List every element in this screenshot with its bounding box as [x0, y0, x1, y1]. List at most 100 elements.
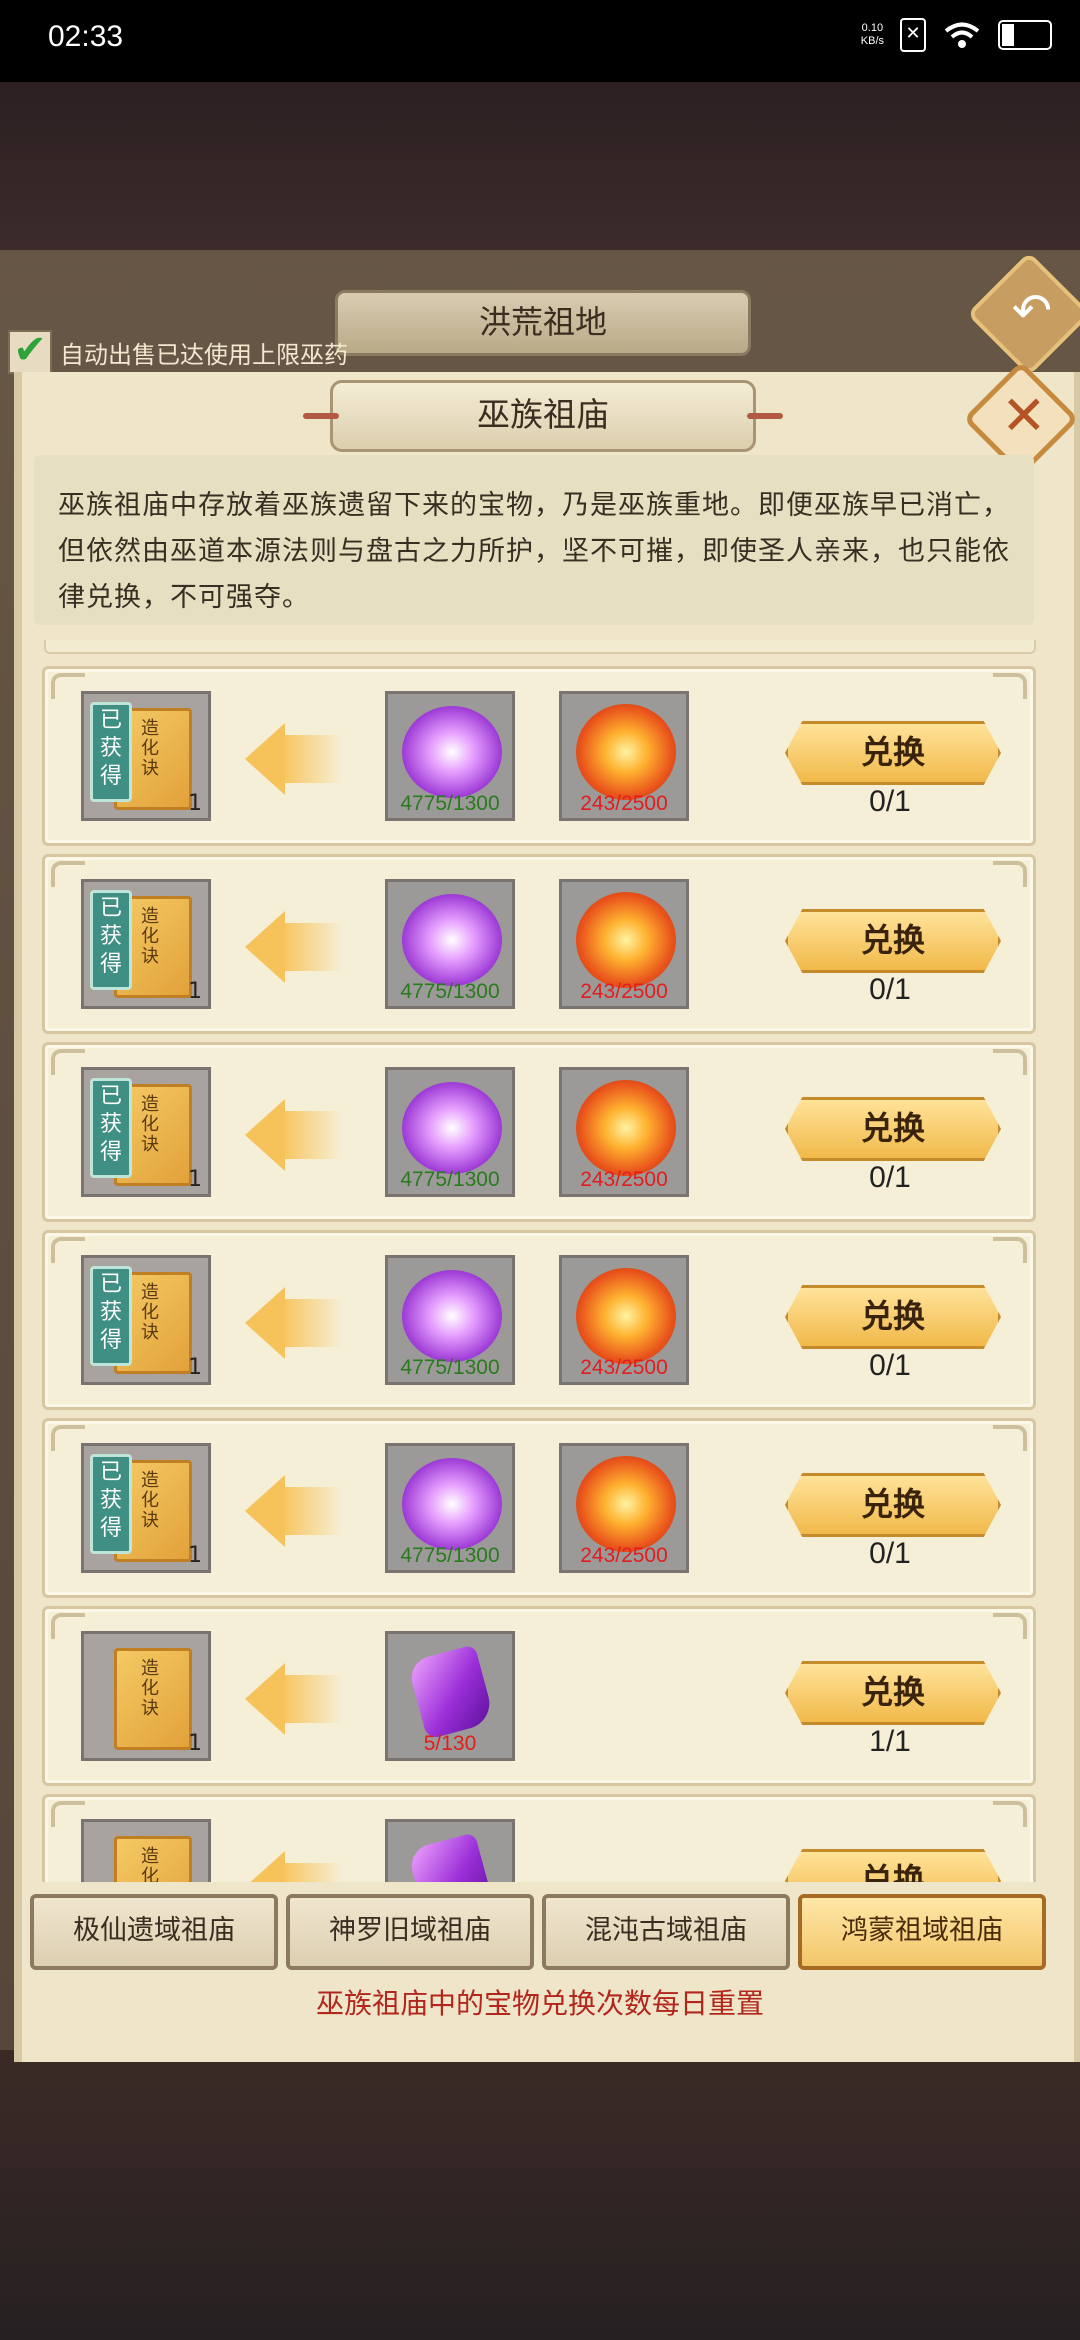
- exchange-button[interactable]: 兑换: [785, 1285, 1001, 1349]
- arrow-left-icon: [245, 1851, 285, 1882]
- reward-name: 造化诀: [141, 718, 159, 779]
- auto-sell-label: 自动出售已达使用上限巫药: [60, 340, 348, 369]
- exchange-row: 造化诀 已获得 1 4775/1300 243/2500 兑换 0/1: [42, 666, 1036, 846]
- description-text: 巫族祖庙中存放着巫族遗留下来的宝物，乃是巫族重地。即便巫族早已消亡，但依然由巫道…: [58, 490, 1010, 613]
- reward-qty: 1: [188, 1731, 202, 1756]
- tab-shenluo[interactable]: 神罗旧域祖庙: [286, 1894, 534, 1970]
- exchange-button[interactable]: 兑换: [785, 1097, 1001, 1161]
- cost-slot-fire[interactable]: 243/2500: [559, 1443, 689, 1573]
- tab-jixian[interactable]: 极仙遗域祖庙: [30, 1894, 278, 1970]
- reward-slot[interactable]: 造化诀 已获得 1: [81, 1443, 211, 1573]
- reward-qty: 1: [188, 1543, 202, 1568]
- reward-slot[interactable]: 造化诀 已获得 1: [81, 691, 211, 821]
- exchange-limit: 0/1: [869, 1537, 911, 1570]
- reset-note: 巫族祖庙中的宝物兑换次数每日重置: [315, 1987, 764, 2020]
- reward-slot[interactable]: 造化诀 已获得 1: [81, 1255, 211, 1385]
- reward-qty: 1: [188, 1167, 202, 1192]
- reward-name: 造化诀: [141, 1846, 159, 1883]
- arrow-left-icon: [245, 1475, 285, 1547]
- cost-amount: 4775/1300: [400, 1356, 500, 1379]
- cost-slot-fire[interactable]: 243/2500: [559, 1067, 689, 1197]
- exchange-list[interactable]: 造化诀 已获得 1 4775/1300 243/2500 兑换 0/1 造化诀 …: [38, 640, 1038, 1882]
- reward-name: 造化诀: [141, 1282, 159, 1343]
- exchange-button[interactable]: 兑换: [785, 1473, 1001, 1537]
- net-speed-unit: KB/s: [860, 35, 884, 47]
- cost-slot-essence[interactable]: 4775/1300: [385, 1067, 515, 1197]
- corner-ornament: [51, 1801, 85, 1827]
- reward-qty: 1: [188, 791, 202, 816]
- cost-amount: 4775/1300: [400, 1168, 500, 1191]
- reward-name: 造化诀: [141, 906, 159, 967]
- corner-ornament: [51, 1425, 85, 1451]
- obtained-badge: 已获得: [90, 890, 132, 990]
- battery-icon: 25: [998, 20, 1052, 50]
- cost-slot-fire[interactable]: 243/2500: [559, 1255, 689, 1385]
- exchange-button[interactable]: 兑换: [785, 1661, 1001, 1725]
- exchange-button[interactable]: 兑换: [785, 721, 1001, 785]
- obtained-badge: 已获得: [90, 1266, 132, 1366]
- cost-slot-gem[interactable]: 5/130: [385, 1631, 515, 1761]
- corner-ornament: [51, 673, 85, 699]
- auto-sell-toggle[interactable]: ✔ 自动出售已达使用上限巫药: [8, 330, 348, 374]
- reward-slot[interactable]: 造化诀 已获得 1: [81, 1067, 211, 1197]
- exchange-limit: 0/1: [869, 1161, 911, 1194]
- cost-amount: 4775/1300: [400, 792, 500, 815]
- purple-essence-icon: [402, 894, 502, 986]
- tab-hongmeng[interactable]: 鸿蒙祖域祖庙: [798, 1894, 1046, 1970]
- exchange-limit: 0/1: [869, 785, 911, 818]
- obtained-badge: 已获得: [90, 1454, 132, 1554]
- arrow-tail: [283, 735, 343, 783]
- cost-slot-essence[interactable]: 4775/1300: [385, 691, 515, 821]
- wifi-icon: [944, 22, 980, 48]
- list-top-edge: [44, 640, 1036, 654]
- cost-slot-fire[interactable]: 243/2500: [559, 691, 689, 821]
- cost-slot-gem[interactable]: [385, 1819, 515, 1882]
- no-sim-icon: ✕: [900, 18, 926, 52]
- reward-name: 造化诀: [141, 1470, 159, 1531]
- exchange-row: 造化诀 1 5/130 兑换 1/1: [42, 1606, 1036, 1786]
- status-time: 02:33: [48, 20, 124, 53]
- description-box: 巫族祖庙中存放着巫族遗留下来的宝物，乃是巫族重地。即便巫族早已消亡，但依然由巫道…: [34, 455, 1034, 625]
- net-speed: 0.10 KB/s: [861, 22, 884, 48]
- flame-icon: [576, 892, 676, 988]
- purple-essence-icon: [402, 1458, 502, 1550]
- arrow-left-icon: [245, 1287, 285, 1359]
- arrow-left-icon: [245, 723, 285, 795]
- exchange-limit: 1/1: [869, 1725, 911, 1758]
- exchange-row: 造化诀 已获得 1 4775/1300 243/2500 兑换 0/1: [42, 854, 1036, 1034]
- reward-qty: 1: [188, 1355, 202, 1380]
- corner-ornament: [993, 1801, 1027, 1827]
- reward-slot[interactable]: 造化诀: [81, 1819, 211, 1882]
- corner-ornament: [51, 1237, 85, 1263]
- cost-slot-fire[interactable]: 243/2500: [559, 879, 689, 1009]
- arrow-tail: [283, 923, 343, 971]
- corner-ornament: [51, 1613, 85, 1639]
- exchange-button[interactable]: 兑换: [785, 1849, 1001, 1882]
- exchange-row: 造化诀 已获得 1 4775/1300 243/2500 兑换 0/1: [42, 1418, 1036, 1598]
- cost-slot-essence[interactable]: 4775/1300: [385, 879, 515, 1009]
- cost-amount: 243/2500: [580, 1356, 668, 1379]
- cost-amount: 243/2500: [580, 980, 668, 1003]
- corner-ornament: [51, 1049, 85, 1075]
- temple-tabs: 极仙遗域祖庙 神罗旧域祖庙 混沌古域祖庙 鸿蒙祖域祖庙: [30, 1894, 1050, 1970]
- checkbox-checked-icon[interactable]: ✔: [8, 330, 52, 374]
- cost-amount: 243/2500: [580, 1544, 668, 1567]
- purple-essence-icon: [402, 706, 502, 798]
- cost-slot-essence[interactable]: 4775/1300: [385, 1255, 515, 1385]
- tab-hundun[interactable]: 混沌古域祖庙: [542, 1894, 790, 1970]
- obtained-badge: 已获得: [90, 702, 132, 802]
- exchange-row: 造化诀 兑换: [42, 1794, 1036, 1882]
- arrow-tail: [283, 1299, 343, 1347]
- reward-slot[interactable]: 造化诀 已获得 1: [81, 879, 211, 1009]
- status-icons: 0.10 KB/s ✕ 25: [861, 18, 1052, 52]
- cost-amount: 5/130: [423, 1732, 477, 1755]
- corner-ornament: [51, 861, 85, 887]
- purple-gem-icon: [406, 1644, 496, 1740]
- cost-amount: 4775/1300: [400, 1544, 500, 1567]
- reward-name: 造化诀: [141, 1094, 159, 1155]
- reward-name: 造化诀: [141, 1658, 159, 1719]
- reward-slot[interactable]: 造化诀 1: [81, 1631, 211, 1761]
- exchange-button[interactable]: 兑换: [785, 909, 1001, 973]
- corner-ornament: [993, 861, 1027, 887]
- cost-slot-essence[interactable]: 4775/1300: [385, 1443, 515, 1573]
